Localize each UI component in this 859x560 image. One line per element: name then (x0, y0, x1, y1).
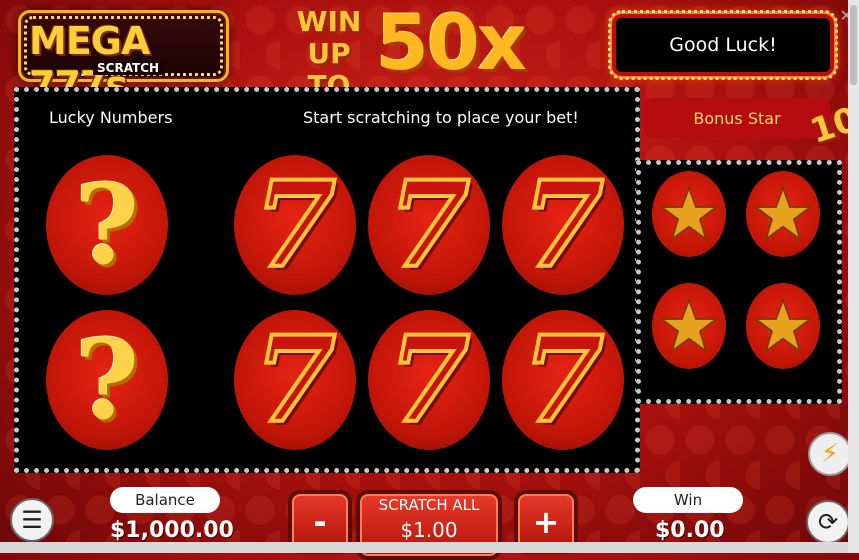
seven-symbol: 7 (252, 310, 338, 449)
scratch-all-label: SCRATCH ALL (378, 496, 480, 514)
seven-symbol: 7 (520, 310, 606, 449)
win-value: $0.00 (655, 518, 725, 543)
question-mark: ? (74, 160, 140, 289)
instruction-text: Start scratching to place your bet! (303, 108, 579, 127)
balance-label: Balance (110, 487, 220, 513)
star-icon (754, 185, 812, 242)
seven-symbol: 7 (386, 310, 472, 449)
balance-value: $1,000.00 (110, 518, 234, 543)
scratch-cell[interactable]: 7 (502, 310, 624, 450)
seven-symbol: 7 (520, 155, 606, 294)
bonus-star-label: Bonus Star (644, 98, 830, 138)
seven-symbol: 7 (386, 155, 472, 294)
message-text: Good Luck! (669, 34, 777, 56)
horizontal-scrollbar[interactable] (0, 542, 859, 553)
scratch-cell[interactable]: 7 (502, 155, 624, 295)
scratch-cell[interactable]: 7 (234, 155, 356, 295)
scratch-cell[interactable]: 7 (368, 155, 490, 295)
menu-icon[interactable]: ☰ (10, 498, 54, 542)
win-label: Win (633, 487, 743, 513)
question-mark: ? (74, 315, 140, 444)
promo-multiplier: 50x (376, 0, 527, 87)
bonus-star-cell[interactable] (746, 171, 820, 257)
seven-symbol: 7 (252, 155, 338, 294)
bet-amount: $1.00 (400, 518, 458, 542)
game-logo: MEGA 777s SCRATCH (18, 10, 229, 107)
lucky-numbers-label: Lucky Numbers (49, 108, 173, 127)
lightning-icon[interactable]: ⚡ (808, 432, 852, 476)
star-icon (660, 185, 718, 242)
lucky-number-cell[interactable]: ? (46, 155, 168, 295)
star-icon (660, 297, 718, 354)
scrollbar-thumb[interactable] (850, 5, 857, 85)
logo-subtitle: SCRATCH (93, 61, 164, 75)
win-promo: WIN UP TO 50x (284, 0, 549, 102)
bonus-star-cell[interactable] (746, 283, 820, 369)
bonus-star-cell[interactable] (652, 171, 726, 257)
bonus-star-cell[interactable] (652, 283, 726, 369)
vertical-scrollbar[interactable] (848, 0, 859, 553)
autoplay-icon[interactable]: ⟳ (806, 500, 850, 544)
star-icon (754, 297, 812, 354)
scratch-cell[interactable]: 7 (368, 310, 490, 450)
scratch-cell[interactable]: 7 (234, 310, 356, 450)
lucky-number-cell[interactable]: ? (46, 310, 168, 450)
message-panel: Good Luck! (608, 10, 838, 80)
